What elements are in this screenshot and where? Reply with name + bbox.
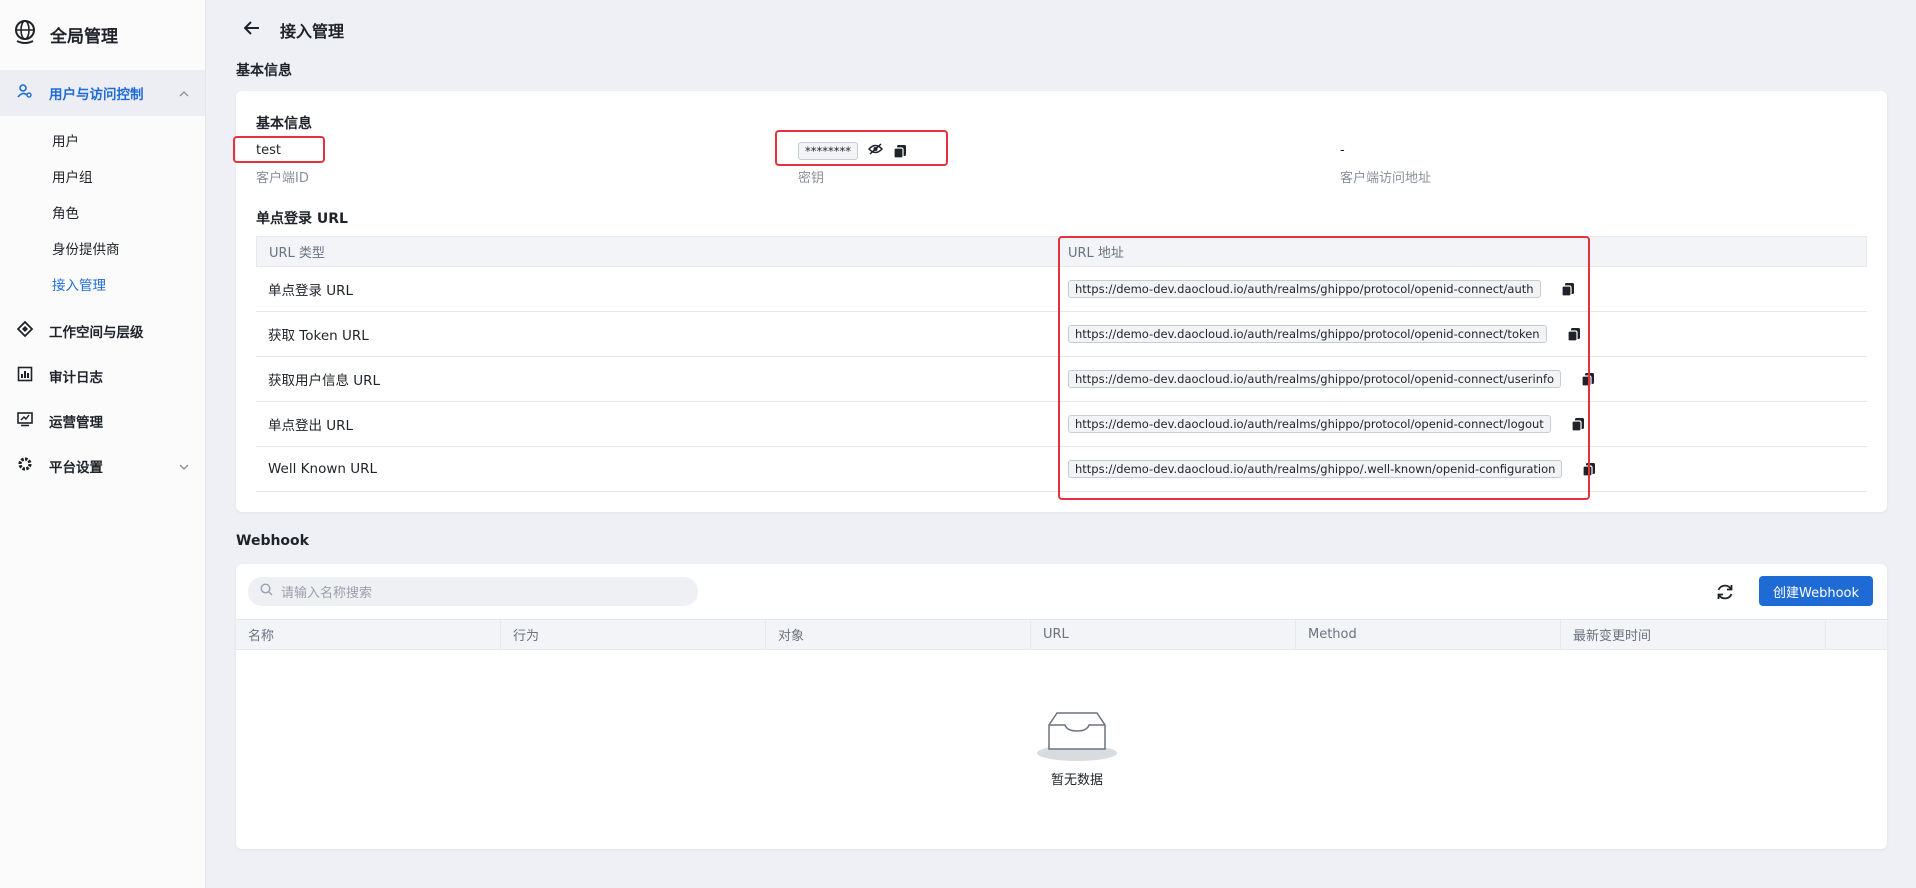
webhook-card: 请输入名称搜索 创建Webhook 名称 行为 对象 URL Method 最新… (236, 564, 1887, 849)
url-type-cell: 单点登出 URL (268, 418, 354, 434)
webhook-table-header: 名称 行为 对象 URL Method 最新变更时间 (236, 619, 1887, 650)
empty-text: 暂无数据 (1050, 773, 1103, 788)
sidebar-item-label: 平台设置 (49, 459, 103, 476)
column-header-method[interactable]: Method (1296, 620, 1561, 649)
globe-icon (12, 19, 38, 49)
column-header-name[interactable]: 名称 (236, 620, 501, 649)
sidebar-item-user-access[interactable]: 用户与访问控制 (0, 70, 205, 116)
sidebar-item-platform-settings[interactable]: 平台设置 (0, 443, 205, 488)
brand[interactable]: 全局管理 (0, 0, 205, 68)
sidebar-submenu: 用户 用户组 角色 身份提供商 接入管理 (0, 116, 205, 308)
column-header-url[interactable]: URL (1031, 620, 1296, 649)
access-url-label: 客户端访问地址 (1340, 171, 1432, 186)
basic-info-heading: 基本信息 (256, 116, 312, 132)
basic-info-card: 基本信息 test 客户端ID ******** 密钥 - 客户端访问地址 单点… (233, 91, 1887, 512)
highlight-box-client-id (233, 136, 325, 163)
chevron-down-icon (179, 458, 189, 474)
sidebar-item-label: 用户与访问控制 (49, 87, 144, 103)
chevron-up-icon (179, 85, 189, 101)
sidebar-item-audit-log[interactable]: 审计日志 (0, 353, 205, 398)
column-header-last-modified[interactable]: 最新变更时间 (1561, 620, 1826, 649)
column-header-object[interactable]: 对象 (766, 620, 1031, 649)
search-placeholder: 请输入名称搜索 (281, 586, 373, 601)
sidebar-subitem-access-management[interactable]: 接入管理 (0, 266, 205, 302)
client-id-label: 客户端ID (256, 171, 309, 186)
empty-state: 暂无数据 (1032, 709, 1122, 788)
create-webhook-button[interactable]: 创建Webhook (1759, 576, 1873, 606)
operations-chart-icon (17, 411, 33, 431)
sidebar: 全局管理 用户与访问控制 用户 用户组 角色 身份提供商 接入管理 工作空间与层… (0, 0, 206, 888)
secret-label: 密钥 (798, 171, 825, 186)
user-key-icon (17, 83, 33, 103)
empty-inbox-icon (1035, 712, 1119, 765)
page-title: 接入管理 (280, 22, 345, 41)
column-header-actions (1826, 620, 1885, 649)
column-header-action[interactable]: 行为 (501, 620, 766, 649)
highlight-box-url-address (1058, 236, 1590, 500)
back-arrow-icon[interactable] (243, 21, 260, 39)
access-url-value: - (1340, 143, 1345, 158)
page-header: 接入管理 (243, 18, 345, 42)
brand-title: 全局管理 (50, 26, 118, 47)
column-header-url-type: URL 类型 (269, 246, 325, 261)
url-type-cell: 获取 Token URL (268, 328, 369, 344)
audit-log-icon (17, 366, 33, 386)
main-content: 接入管理 基本信息 基本信息 test 客户端ID ******** 密钥 - … (207, 0, 1916, 888)
search-icon (260, 583, 273, 600)
url-type-cell: 单点登录 URL (268, 283, 354, 299)
section-title-basic: 基本信息 (236, 63, 292, 79)
url-type-cell: 获取用户信息 URL (268, 373, 381, 389)
section-title-webhook: Webhook (236, 533, 309, 549)
search-input[interactable]: 请输入名称搜索 (248, 577, 698, 606)
sidebar-item-label: 工作空间与层级 (49, 324, 144, 341)
highlight-box-secret (775, 130, 948, 166)
sidebar-subitem-idp[interactable]: 身份提供商 (0, 230, 205, 266)
sso-url-heading: 单点登录 URL (256, 211, 348, 227)
sidebar-item-operations[interactable]: 运营管理 (0, 398, 205, 443)
sidebar-item-workspace[interactable]: 工作空间与层级 (0, 308, 205, 353)
gear-icon (17, 456, 33, 476)
refresh-icon[interactable] (1714, 581, 1736, 603)
sidebar-subitem-users[interactable]: 用户 (0, 122, 205, 158)
sidebar-subitem-groups[interactable]: 用户组 (0, 158, 205, 194)
url-type-cell: Well Known URL (268, 461, 377, 477)
sidebar-item-label: 运营管理 (49, 414, 103, 431)
workspace-icon (16, 320, 34, 341)
sidebar-subitem-roles[interactable]: 角色 (0, 194, 205, 230)
sidebar-item-label: 审计日志 (49, 369, 103, 386)
